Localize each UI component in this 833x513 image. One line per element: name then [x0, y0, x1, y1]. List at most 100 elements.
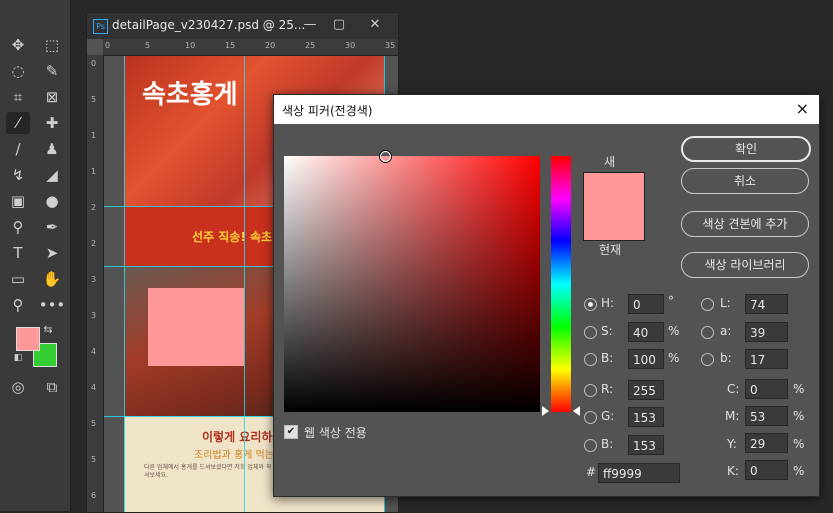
blur-tool-icon[interactable]: ● — [40, 190, 64, 212]
blue-label: B: — [601, 437, 614, 451]
ruler-tick: 5 — [91, 95, 97, 104]
ruler-tick: 3 — [91, 275, 97, 284]
move-tool-icon[interactable]: ✥ — [6, 34, 30, 56]
yellow-field[interactable]: 29 — [745, 433, 788, 453]
stamp-tool-icon[interactable]: ♟ — [40, 138, 64, 160]
marquee-tool-icon[interactable]: ⬚ — [40, 34, 64, 56]
radio-saturation[interactable] — [584, 326, 597, 339]
frame-tool-icon[interactable]: ⊠ — [40, 86, 64, 108]
lasso-tool-icon[interactable]: ◌ — [6, 60, 30, 82]
dialog-title-bar[interactable]: 색상 피커(전경색) × — [274, 95, 819, 124]
lightness-field[interactable]: 74 — [745, 294, 788, 314]
ruler-tick: 4 — [91, 347, 97, 356]
radio-a-channel[interactable] — [701, 326, 714, 339]
current-color-label: 현재 — [599, 243, 622, 257]
green-label: G: — [601, 409, 615, 423]
b-channel-label: b: — [720, 351, 732, 365]
radio-red[interactable] — [584, 384, 597, 397]
path-select-tool-icon[interactable]: ➤ — [40, 242, 64, 264]
color-field-marker[interactable] — [380, 151, 391, 162]
current-color-preview[interactable] — [583, 206, 645, 241]
photoshop-file-icon: Ps — [93, 19, 108, 34]
crop-tool-icon[interactable]: ⌗ — [6, 86, 30, 108]
yellow-label: Y: — [727, 437, 737, 451]
type-tool-icon[interactable]: T — [6, 242, 30, 264]
hue-slider[interactable] — [551, 156, 571, 412]
radio-hue[interactable] — [584, 298, 597, 311]
zoom-tool-icon[interactable]: ⚲ — [6, 294, 30, 316]
cyan-unit: % — [793, 382, 805, 396]
brightness-field[interactable]: 100 — [628, 349, 664, 369]
hand-tool-icon[interactable]: ✋ — [40, 268, 64, 290]
blue-field[interactable]: 153 — [628, 435, 664, 455]
eyedropper-tool-icon[interactable]: ⁄ — [6, 112, 30, 134]
ruler-tick: 15 — [225, 41, 236, 50]
saturation-field[interactable]: 40 — [628, 322, 664, 342]
foreground-color-swatch[interactable] — [16, 327, 40, 351]
radio-lightness[interactable] — [701, 298, 714, 311]
screen-mode-icon[interactable]: ⧉ — [40, 376, 64, 398]
magenta-field[interactable]: 53 — [745, 406, 788, 426]
ruler-tick: 0 — [105, 41, 111, 50]
rectangle-tool-icon[interactable]: ▭ — [6, 268, 30, 290]
gradient-tool-icon[interactable]: ▣ — [6, 190, 30, 212]
eraser-tool-icon[interactable]: ◢ — [40, 164, 64, 186]
a-channel-field[interactable]: 39 — [745, 322, 788, 342]
cyan-field[interactable]: 0 — [745, 379, 788, 399]
brush-tool-icon[interactable]: ∕ — [6, 138, 30, 160]
b-channel-field[interactable]: 17 — [745, 349, 788, 369]
ruler-tick: 25 — [305, 41, 316, 50]
cancel-button[interactable]: 취소 — [681, 168, 809, 194]
web-colors-checkbox[interactable]: ✔ — [284, 425, 298, 439]
guide-line[interactable] — [244, 56, 245, 512]
ok-button[interactable]: 확인 — [681, 136, 811, 162]
new-color-label: 새 — [604, 155, 616, 169]
pen-tool-icon[interactable]: ✒ — [40, 216, 64, 238]
green-field[interactable]: 153 — [628, 407, 664, 427]
add-to-swatches-button[interactable]: 색상 견본에 추가 — [681, 211, 809, 237]
saturation-brightness-field[interactable] — [284, 156, 540, 412]
swap-colors-icon[interactable]: ⇆ — [40, 322, 56, 336]
brightness-label: B: — [601, 351, 614, 365]
black-unit: % — [793, 464, 805, 478]
hue-field[interactable]: 0 — [628, 294, 664, 314]
close-icon[interactable]: × — [796, 99, 809, 118]
pink-shape-layer — [148, 288, 244, 366]
history-brush-tool-icon[interactable]: ↯ — [6, 164, 30, 186]
ruler-tick: 5 — [145, 41, 151, 50]
banner-title: 속초홍게 — [142, 80, 238, 110]
web-colors-label: 웹 색상 전용 — [304, 426, 367, 440]
close-icon[interactable]: ✕ — [363, 15, 387, 35]
radio-brightness[interactable] — [584, 353, 597, 366]
maximize-icon[interactable]: ▢ — [327, 15, 351, 35]
red-field[interactable]: 255 — [628, 380, 664, 400]
dodge-tool-icon[interactable]: ⚲ — [6, 216, 30, 238]
ruler-tick: 5 — [91, 455, 97, 464]
radio-blue[interactable] — [584, 439, 597, 452]
saturation-label: S: — [601, 324, 613, 338]
ruler-tick: 3 — [91, 311, 97, 320]
ruler-tick: 0 — [91, 59, 97, 68]
hue-slider-left-arrow-icon[interactable] — [542, 406, 549, 416]
more-tools-icon[interactable]: ••• — [39, 294, 66, 316]
document-title-bar[interactable]: Ps detailPage_v230427.psd @ 25... — ▢ ✕ — [87, 13, 398, 39]
hex-field[interactable]: ff9999 — [598, 463, 680, 483]
healing-brush-tool-icon[interactable]: ✚ — [40, 112, 64, 134]
hue-label: H: — [601, 296, 615, 310]
ruler-tick: 2 — [91, 203, 97, 212]
hue-slider-right-arrow-icon[interactable] — [573, 406, 580, 416]
document-title: detailPage_v230427.psd @ 25... — [112, 18, 306, 32]
black-field[interactable]: 0 — [745, 460, 788, 480]
quick-select-tool-icon[interactable]: ✎ — [40, 60, 64, 82]
color-libraries-button[interactable]: 색상 라이브러리 — [681, 252, 809, 278]
quick-mask-icon[interactable]: ◎ — [6, 376, 30, 398]
guide-line[interactable] — [124, 56, 125, 512]
radio-b-channel[interactable] — [701, 353, 714, 366]
minimize-icon[interactable]: — — [298, 15, 322, 35]
default-colors-icon[interactable]: ◧ — [12, 352, 24, 364]
dialog-title: 색상 피커(전경색) — [282, 104, 373, 118]
radio-green[interactable] — [584, 411, 597, 424]
tools-panel: ✥ ⬚ ◌ ✎ ⌗ ⊠ ⁄ ✚ ∕ ♟ ↯ ◢ ▣ ● ⚲ ✒ T ➤ ▭ ✋ … — [0, 0, 71, 511]
ruler-tick: 20 — [265, 41, 276, 50]
ruler-tick: 1 — [91, 167, 97, 176]
